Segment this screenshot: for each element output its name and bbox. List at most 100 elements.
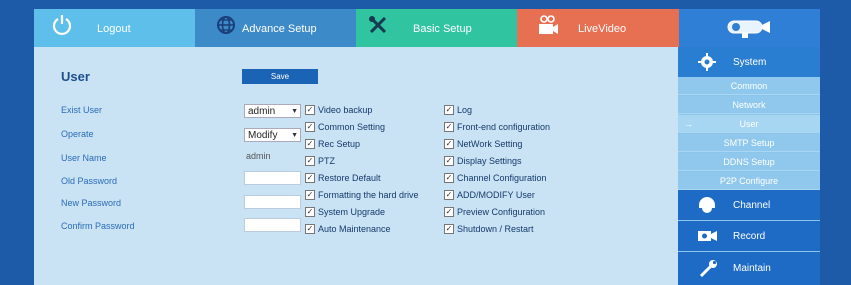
tab-live-label: LiveVideo: [578, 23, 627, 35]
permission-checkbox[interactable]: ✓ PTZ: [305, 156, 335, 166]
permission-checkbox[interactable]: ✓ Front-end configuration: [444, 122, 550, 132]
sidebar: System Common Network → User SMTP Setup D…: [678, 47, 820, 285]
permission-checkbox[interactable]: ✓ System Upgrade: [305, 207, 385, 217]
permission-label: Display Settings: [457, 156, 522, 166]
old-password-label: Old Password: [61, 176, 118, 186]
permission-checkbox[interactable]: ✓ Common Setting: [305, 122, 385, 132]
exist-user-select[interactable]: admin ▼: [244, 104, 301, 118]
permission-checkbox[interactable]: ✓ Display Settings: [444, 156, 522, 166]
sidebar-item-channel[interactable]: Channel: [678, 190, 820, 220]
checkbox-checked-icon: ✓: [305, 173, 315, 183]
tab-advance-label: Advance Setup: [242, 23, 317, 35]
permission-checkbox[interactable]: ✓ Rec Setup: [305, 139, 360, 149]
sidebar-item-user[interactable]: → User: [678, 115, 820, 133]
operate-label: Operate: [61, 129, 94, 139]
user-name-value: admin: [246, 151, 271, 161]
tab-advance-setup[interactable]: Advance Setup: [195, 9, 356, 47]
tools-icon: [367, 14, 389, 39]
new-password-input[interactable]: [244, 195, 301, 209]
permission-label: System Upgrade: [318, 207, 386, 217]
exist-user-value: admin: [248, 105, 276, 117]
permission-checkbox[interactable]: ✓ Auto Maintenance: [305, 224, 391, 234]
sidebar-item-label: User: [739, 118, 759, 129]
chevron-down-icon: ▼: [291, 108, 298, 115]
top-nav: Logout Advance Setup Basic Setup LiveVid…: [34, 9, 820, 47]
checkbox-checked-icon: ✓: [305, 224, 315, 234]
permission-label: ADD/MODIFY User: [457, 190, 535, 200]
tab-logout-label: Logout: [97, 23, 131, 35]
new-password-label: New Password: [61, 198, 122, 208]
checkbox-checked-icon: ✓: [305, 207, 315, 217]
sidebar-maintain-label: Maintain: [733, 263, 771, 274]
permission-checkbox[interactable]: ✓ NetWork Setting: [444, 139, 522, 149]
wrench-icon: [698, 259, 718, 282]
sidebar-item-label: P2P Configure: [719, 175, 779, 186]
sidebar-item-p2p[interactable]: P2P Configure: [678, 172, 820, 190]
checkbox-checked-icon: ✓: [305, 156, 315, 166]
tab-basic-label: Basic Setup: [413, 23, 472, 35]
permission-label: Restore Default: [318, 173, 381, 183]
tab-basic-setup[interactable]: Basic Setup: [356, 9, 517, 47]
permission-label: Channel Configuration: [457, 173, 547, 183]
confirm-password-label: Confirm Password: [61, 221, 135, 231]
permission-label: Shutdown / Restart: [457, 224, 534, 234]
checkbox-checked-icon: ✓: [444, 105, 454, 115]
permission-checkbox[interactable]: ✓ Shutdown / Restart: [444, 224, 534, 234]
checkbox-checked-icon: ✓: [444, 173, 454, 183]
tab-logout[interactable]: Logout: [34, 9, 195, 47]
permission-label: Video backup: [318, 105, 373, 115]
checkbox-checked-icon: ✓: [305, 122, 315, 132]
power-icon: [52, 14, 72, 39]
user-name-label: User Name: [61, 153, 107, 163]
operate-value: Modify: [248, 129, 278, 141]
chevron-down-icon: ▼: [291, 132, 298, 139]
permission-label: Preview Configuration: [457, 207, 546, 217]
sidebar-item-system[interactable]: System: [678, 47, 820, 77]
checkbox-checked-icon: ✓: [444, 156, 454, 166]
permission-label: Front-end configuration: [457, 122, 551, 132]
permission-checkbox[interactable]: ✓ Restore Default: [305, 173, 381, 183]
checkbox-checked-icon: ✓: [444, 190, 454, 200]
exist-user-label: Exist User: [61, 105, 103, 115]
save-button[interactable]: Save: [242, 69, 318, 84]
permission-checkbox[interactable]: ✓ Channel Configuration: [444, 173, 547, 183]
checkbox-checked-icon: ✓: [444, 139, 454, 149]
confirm-password-input[interactable]: [244, 218, 301, 232]
video-camera-icon: [536, 14, 560, 41]
sidebar-item-label: DDNS Setup: [723, 156, 775, 167]
permission-checkbox[interactable]: ✓ Video backup: [305, 105, 372, 115]
sidebar-item-record[interactable]: Record: [678, 221, 820, 251]
permission-checkbox[interactable]: ✓ Formatting the hard drive: [305, 190, 419, 200]
permission-checkbox[interactable]: ✓ Log: [444, 105, 472, 115]
checkbox-checked-icon: ✓: [305, 139, 315, 149]
sidebar-item-smtp[interactable]: SMTP Setup: [678, 134, 820, 152]
sidebar-record-label: Record: [733, 230, 766, 242]
sidebar-item-network[interactable]: Network: [678, 96, 820, 114]
tab-live-video[interactable]: LiveVideo: [517, 9, 679, 47]
security-camera-icon: [726, 15, 772, 42]
sidebar-item-maintain[interactable]: Maintain: [678, 252, 820, 285]
permission-label: Common Setting: [318, 122, 386, 132]
permission-label: Formatting the hard drive: [318, 190, 419, 200]
sidebar-system-label: System: [733, 56, 767, 68]
sidebar-item-common[interactable]: Common: [678, 77, 820, 95]
brand-logo-tab: [679, 9, 820, 47]
permission-checkbox[interactable]: ✓ ADD/MODIFY User: [444, 190, 535, 200]
sidebar-item-label: SMTP Setup: [723, 137, 775, 148]
operate-select[interactable]: Modify ▼: [244, 128, 301, 142]
checkbox-checked-icon: ✓: [444, 122, 454, 132]
permission-checkbox[interactable]: ✓ Preview Configuration: [444, 207, 545, 217]
old-password-input[interactable]: [244, 171, 301, 185]
permission-label: Log: [457, 105, 473, 115]
checkbox-checked-icon: ✓: [305, 190, 315, 200]
sidebar-channel-label: Channel: [733, 199, 771, 211]
sidebar-item-label: Common: [730, 80, 768, 91]
page-title: User: [61, 69, 90, 84]
sidebar-item-ddns[interactable]: DDNS Setup: [678, 153, 820, 171]
dome-camera-icon: [698, 196, 716, 217]
app-frame: Logout Advance Setup Basic Setup LiveVid…: [34, 9, 820, 285]
arrow-right-icon: →: [684, 118, 693, 129]
gear-icon: [698, 53, 716, 74]
main-panel: User Save Exist User admin ▼ Operate Mod…: [34, 47, 678, 285]
checkbox-checked-icon: ✓: [444, 224, 454, 234]
